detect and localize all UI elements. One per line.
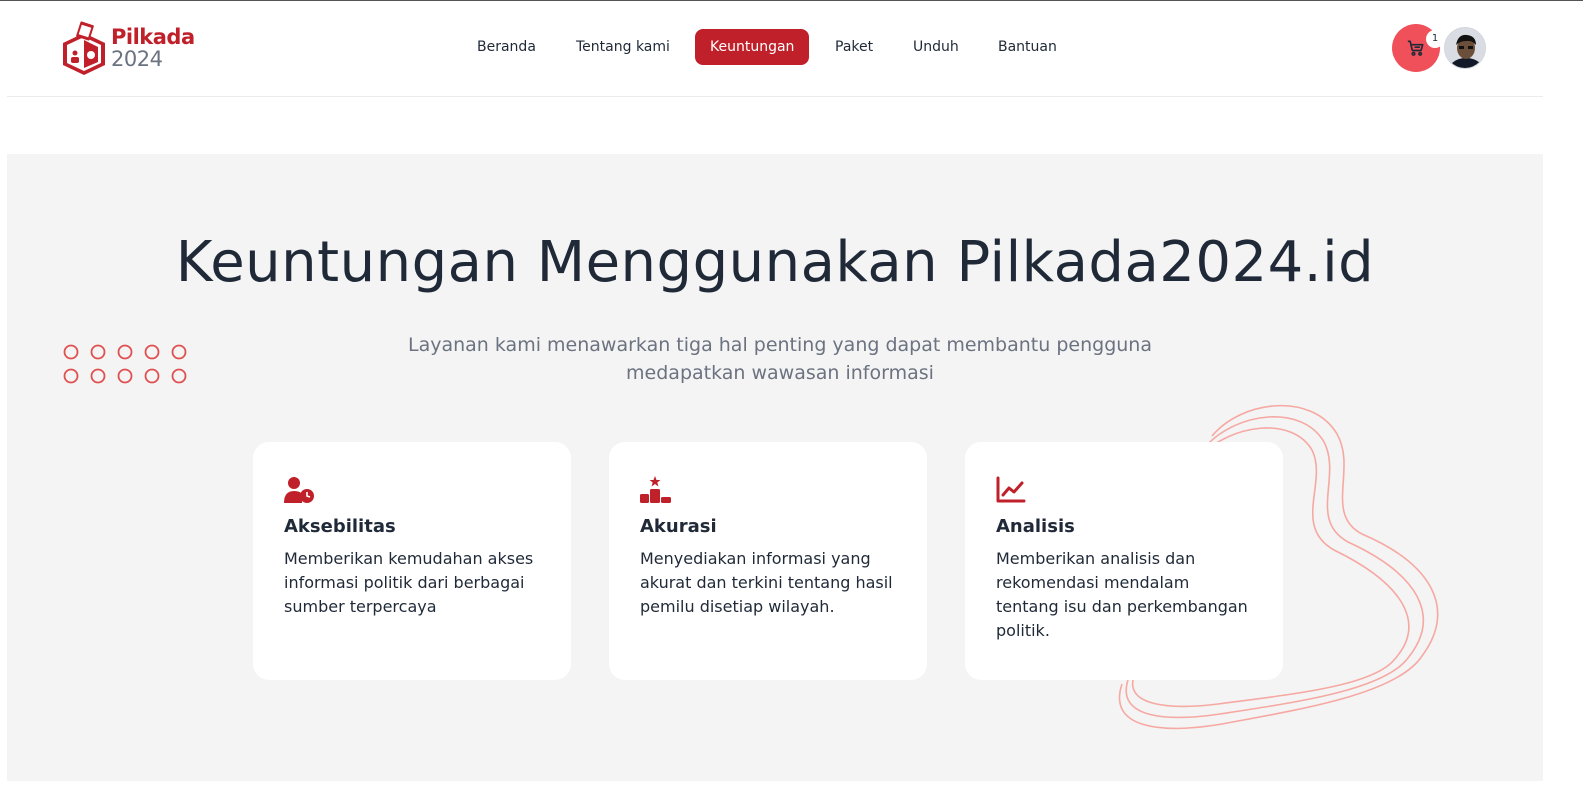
- feature-description: Memberikan analisis dan rekomendasi mend…: [996, 549, 1248, 640]
- nav-item-tentang-kami[interactable]: Tentang kami: [561, 29, 685, 65]
- feature-title: Analisis: [996, 516, 1075, 537]
- nav-item-bantuan[interactable]: Bantuan: [983, 29, 1072, 65]
- feature-card-akurasi: Akurasi Menyediakan informasi yang akura…: [609, 442, 927, 680]
- main-navigation: Beranda Tentang kami Keuntungan Paket Un…: [7, 29, 1543, 65]
- user-clock-icon: [284, 477, 314, 503]
- nav-item-unduh[interactable]: Unduh: [898, 29, 974, 65]
- user-avatar[interactable]: [1444, 27, 1486, 69]
- nav-item-keuntungan[interactable]: Keuntungan: [695, 29, 810, 65]
- benefits-section: Keuntungan Menggunakan Pilkada2024.id La…: [7, 154, 1543, 781]
- feature-title: Aksebilitas: [284, 516, 396, 537]
- feature-description: Memberikan kemudahan akses informasi pol…: [284, 549, 534, 616]
- feature-description: Menyediakan informasi yang akurat dan te…: [640, 549, 893, 616]
- feature-card-analisis: Analisis Memberikan analisis dan rekomen…: [965, 442, 1283, 680]
- navbar: Pilkada 2024 Beranda Tentang kami Keuntu…: [7, 1, 1543, 97]
- feature-title: Akurasi: [640, 516, 717, 537]
- section-subtitle: Layanan kami menawarkan tiga hal penting…: [408, 334, 1152, 384]
- nav-item-beranda[interactable]: Beranda: [462, 29, 551, 65]
- nav-item-paket[interactable]: Paket: [820, 29, 888, 65]
- decorative-dots-pattern: [63, 344, 187, 384]
- cart-icon: [1407, 40, 1424, 56]
- feature-card-aksebilitas: Aksebilitas Memberikan kemudahan akses i…: [253, 442, 571, 680]
- ranking-podium-icon: [640, 476, 671, 503]
- user-photo-icon: [1445, 28, 1485, 68]
- cart-count-badge: 1: [1426, 30, 1444, 48]
- section-title: Keuntungan Menggunakan Pilkada2024.id: [175, 230, 1375, 295]
- line-chart-icon: [996, 476, 1026, 503]
